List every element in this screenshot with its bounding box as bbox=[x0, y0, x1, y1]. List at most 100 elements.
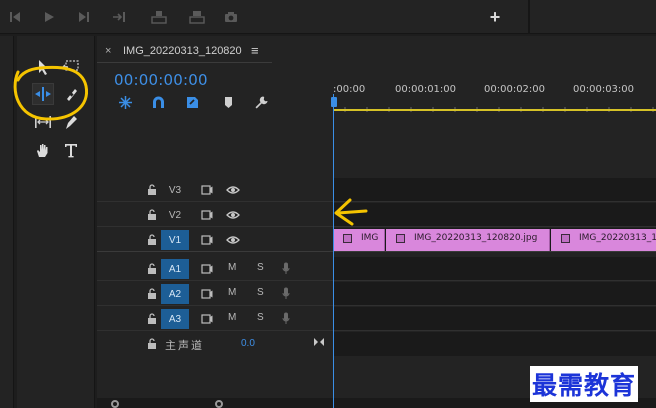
playhead-handle[interactable] bbox=[331, 97, 337, 107]
zoom-handle-right[interactable] bbox=[215, 400, 223, 408]
pen-icon[interactable] bbox=[60, 111, 82, 133]
lock-icon[interactable] bbox=[147, 234, 157, 245]
video-clip[interactable]: IMG bbox=[333, 229, 385, 251]
video-clip[interactable]: IMG_20220313_12 bbox=[551, 229, 656, 251]
toggle-sync-lock-icon[interactable] bbox=[201, 289, 213, 299]
lift-icon[interactable] bbox=[150, 9, 168, 25]
track-name[interactable]: V3 bbox=[161, 180, 189, 200]
ruler-label: 00:00:03:00 bbox=[573, 84, 635, 95]
clip-label: IMG bbox=[361, 233, 379, 243]
track-name-selected[interactable]: A3 bbox=[161, 309, 189, 329]
video-track-v3: V3 bbox=[97, 178, 656, 202]
eye-icon[interactable] bbox=[226, 185, 240, 195]
clip-label: IMG_20220313_12 bbox=[579, 233, 656, 243]
sequence-tab-title[interactable]: IMG_20220313_120820 bbox=[123, 45, 242, 57]
linked-selection-icon[interactable] bbox=[183, 94, 201, 110]
lock-icon[interactable] bbox=[147, 313, 157, 324]
playhead-timecode[interactable]: 00:00:00:00 bbox=[114, 71, 208, 89]
track-divider bbox=[97, 226, 656, 227]
solo-button[interactable]: S bbox=[257, 262, 264, 273]
toggle-sync-lock-icon[interactable] bbox=[201, 314, 213, 324]
razor-icon[interactable] bbox=[60, 83, 82, 105]
lock-icon[interactable] bbox=[147, 263, 157, 274]
slip-icon[interactable] bbox=[32, 111, 54, 133]
video-track-v1: V1 IMG IMG_20220313_120820.jpg IMG_20220… bbox=[97, 228, 656, 252]
track-content[interactable]: IMG IMG_20220313_120820.jpg IMG_20220313… bbox=[333, 228, 656, 252]
add-marker-icon[interactable] bbox=[219, 94, 237, 110]
watermark-logo: 最需教育 bbox=[530, 366, 639, 402]
extract-icon[interactable] bbox=[188, 9, 206, 25]
mute-button[interactable]: M bbox=[228, 262, 236, 273]
zoom-handle-left[interactable] bbox=[111, 400, 119, 408]
lock-icon[interactable] bbox=[147, 288, 157, 299]
selection-icon[interactable] bbox=[32, 56, 54, 78]
track-content[interactable] bbox=[333, 332, 656, 356]
track-header: A2 M S bbox=[97, 282, 333, 306]
play-icon[interactable] bbox=[40, 9, 58, 25]
track-content[interactable] bbox=[333, 203, 656, 227]
fx-badge-icon bbox=[343, 234, 352, 243]
track-name[interactable]: V2 bbox=[161, 205, 189, 225]
fx-badge-icon bbox=[561, 234, 570, 243]
close-tab-icon[interactable]: × bbox=[105, 45, 111, 57]
shuttle-icon[interactable] bbox=[110, 9, 128, 25]
track-header: 主声道 0.0 bbox=[97, 332, 333, 356]
wrench-settings-icon[interactable] bbox=[252, 94, 270, 110]
panel-menu-icon[interactable]: ≡ bbox=[251, 43, 259, 58]
project-panel-edge bbox=[0, 36, 14, 408]
track-content[interactable] bbox=[333, 282, 656, 306]
lock-icon[interactable] bbox=[147, 184, 157, 195]
playhead-line[interactable] bbox=[333, 94, 334, 408]
add-button-plus[interactable]: + bbox=[486, 7, 504, 27]
ruler-label: :00:00 bbox=[333, 84, 366, 95]
step-back-icon[interactable] bbox=[6, 9, 24, 25]
microphone-icon[interactable] bbox=[282, 287, 290, 300]
video-clip[interactable]: IMG_20220313_120820.jpg bbox=[386, 229, 550, 251]
track-divider bbox=[97, 330, 656, 331]
mute-button[interactable]: M bbox=[228, 287, 236, 298]
track-name-selected[interactable]: A2 bbox=[161, 284, 189, 304]
lock-icon[interactable] bbox=[147, 209, 157, 220]
lock-icon[interactable] bbox=[147, 338, 157, 349]
ripple-edit-icon[interactable] bbox=[32, 83, 54, 105]
toggle-sync-lock-icon[interactable] bbox=[201, 264, 213, 274]
track-header: V1 bbox=[97, 228, 333, 252]
audio-track-a1: A1 M S bbox=[97, 257, 656, 281]
panel-divider bbox=[528, 0, 530, 34]
type-icon[interactable] bbox=[60, 139, 82, 161]
tools-panel bbox=[17, 36, 95, 408]
track-header: A1 M S bbox=[97, 257, 333, 281]
work-area-bar[interactable] bbox=[333, 109, 656, 111]
track-content[interactable] bbox=[333, 178, 656, 202]
mute-button[interactable]: M bbox=[228, 312, 236, 323]
ruler-label: 00:00:01:00 bbox=[395, 84, 457, 95]
nest-toggle-icon[interactable] bbox=[116, 94, 134, 110]
expand-track-icon[interactable] bbox=[313, 337, 325, 347]
track-header: V2 bbox=[97, 203, 333, 227]
eye-icon[interactable] bbox=[226, 210, 240, 220]
microphone-icon[interactable] bbox=[282, 312, 290, 325]
fx-badge-icon bbox=[396, 234, 405, 243]
track-name-selected[interactable]: V1 bbox=[161, 230, 189, 250]
toggle-sync-lock-icon[interactable] bbox=[201, 235, 213, 245]
eye-icon[interactable] bbox=[226, 235, 240, 245]
step-forward-icon[interactable] bbox=[75, 9, 93, 25]
toggle-sync-lock-icon[interactable] bbox=[201, 210, 213, 220]
camera-icon[interactable] bbox=[222, 9, 240, 25]
solo-button[interactable]: S bbox=[257, 287, 264, 298]
microphone-icon[interactable] bbox=[282, 262, 290, 275]
track-select-icon[interactable] bbox=[60, 56, 82, 78]
transport-bar: + bbox=[0, 0, 656, 34]
toggle-sync-lock-icon[interactable] bbox=[201, 185, 213, 195]
track-divider bbox=[97, 201, 656, 202]
hand-icon[interactable] bbox=[32, 139, 54, 161]
tab-underline bbox=[97, 62, 272, 63]
audio-track-a3: A3 M S bbox=[97, 307, 656, 331]
track-name-selected[interactable]: A1 bbox=[161, 259, 189, 279]
solo-button[interactable]: S bbox=[257, 312, 264, 323]
master-volume-value[interactable]: 0.0 bbox=[241, 338, 255, 349]
track-content[interactable] bbox=[333, 307, 656, 331]
snap-magnet-icon[interactable] bbox=[149, 94, 167, 110]
track-divider bbox=[97, 280, 656, 281]
track-content[interactable] bbox=[333, 257, 656, 281]
